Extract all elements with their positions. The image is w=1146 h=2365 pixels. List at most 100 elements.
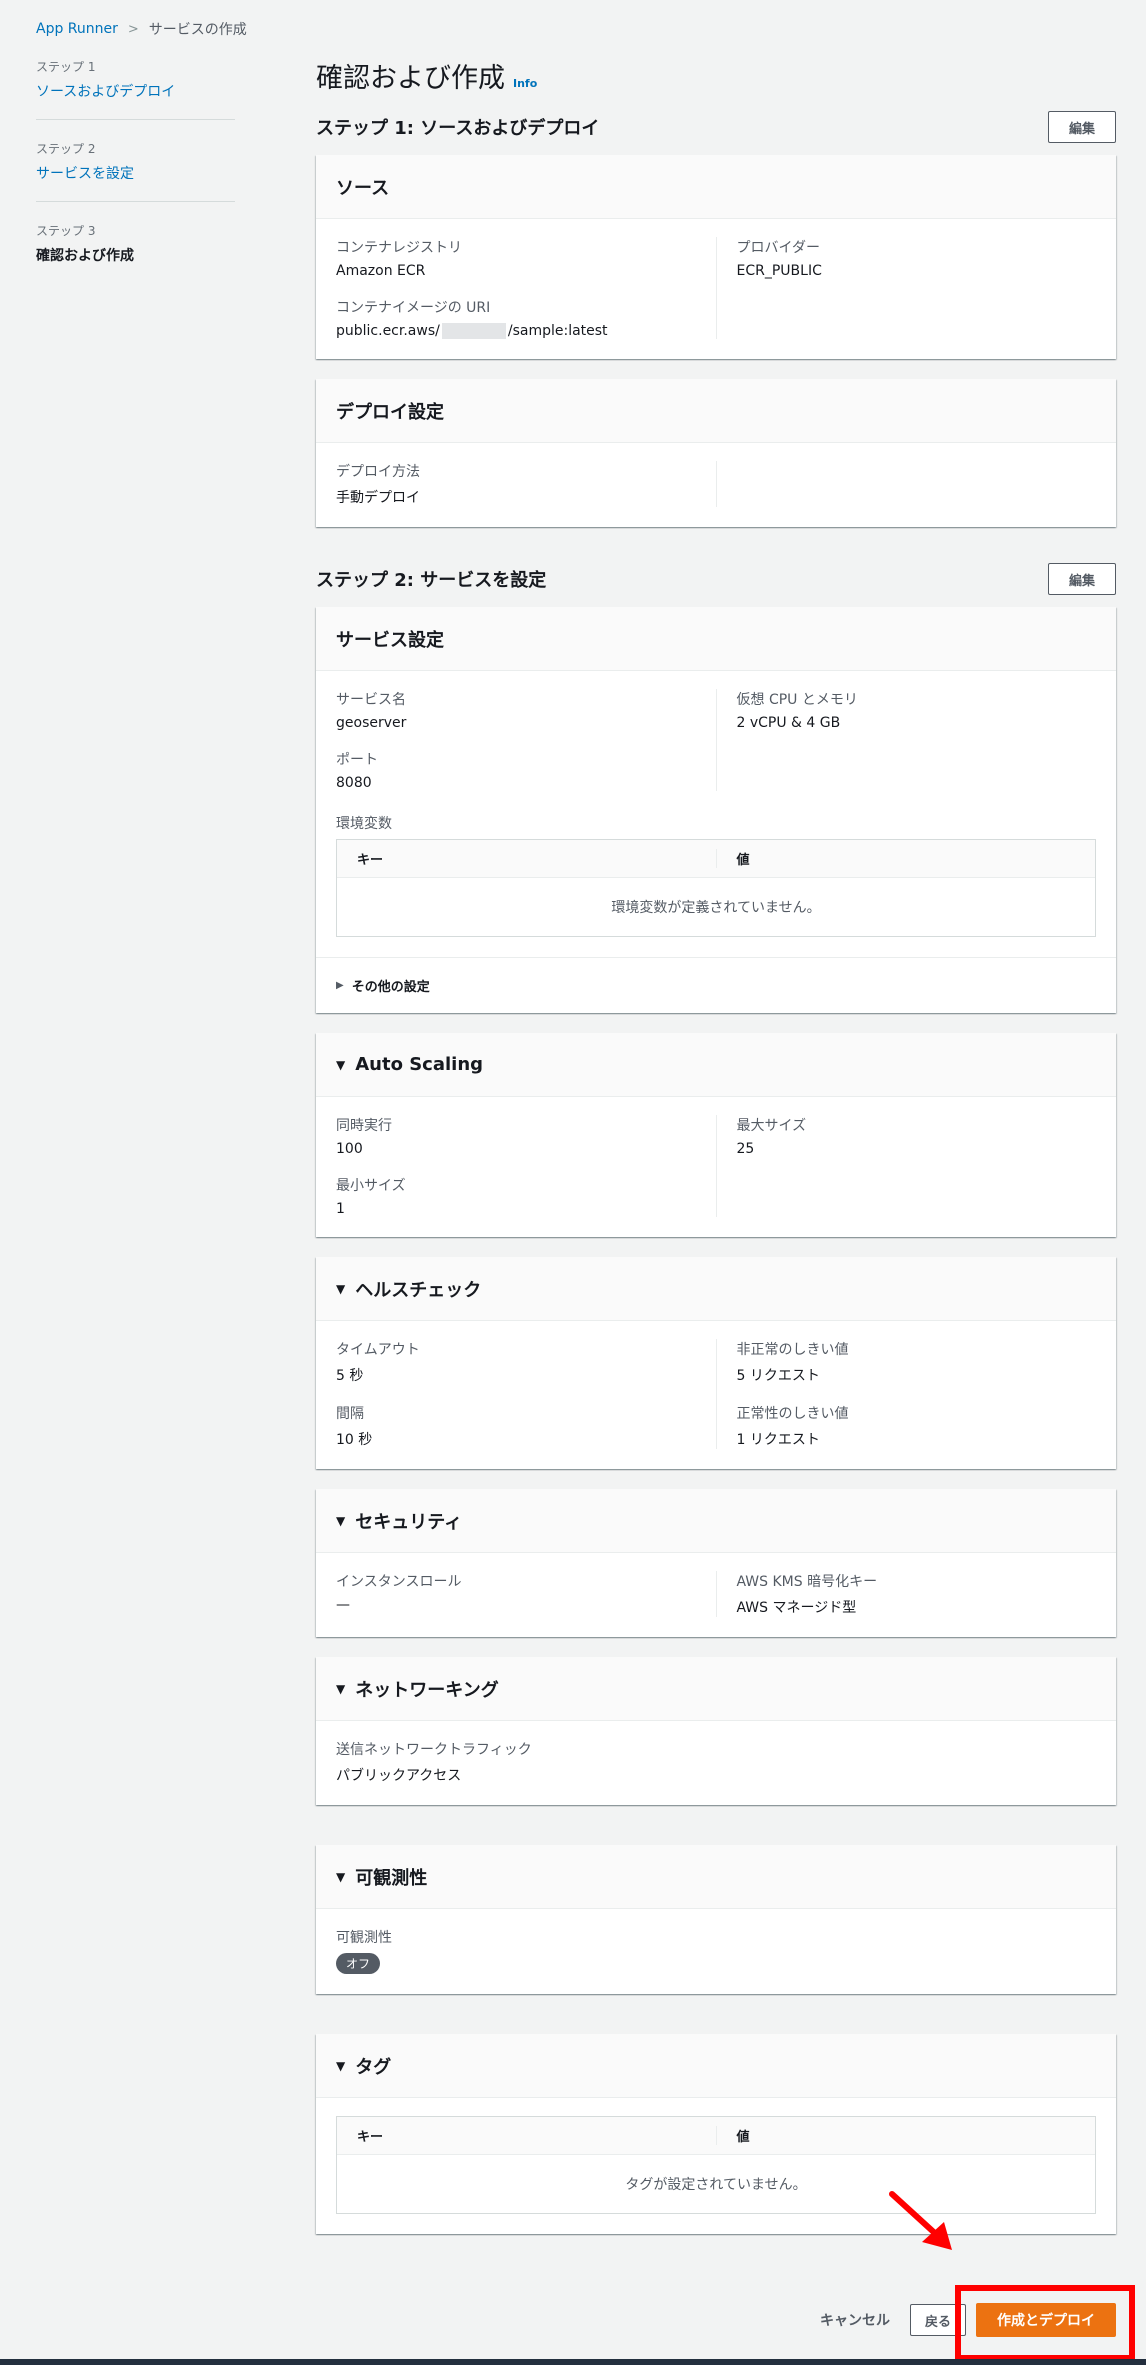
- bottom-bar: [0, 2359, 1146, 2365]
- deploy-settings-panel: デプロイ設定 デプロイ方法 手動デプロイ: [316, 379, 1116, 527]
- env-vars-label: 環境変数: [336, 816, 392, 832]
- deploy-panel-title: デプロイ設定: [316, 379, 1116, 443]
- networking-title: ネットワーキング: [355, 1679, 499, 1701]
- wizard-step-1: ステップ 1 ソースおよびデプロイ: [36, 56, 235, 120]
- tags-table: キー 値 タグが設定されていません。: [336, 2116, 1096, 2214]
- cpu-memory-key: 仮想 CPU とメモリ: [736, 692, 858, 708]
- outbound-traffic-key: 送信ネットワークトラフィック: [336, 1742, 532, 1758]
- column-header-key: キー: [357, 2130, 384, 2145]
- timeout-value: 5 秒: [336, 1368, 364, 1384]
- step-link-configure-service[interactable]: サービスを設定: [36, 163, 235, 183]
- service-settings-panel: サービス設定 サービス名 geoserver ポート 8080 仮想 CPU と…: [316, 607, 1116, 1013]
- instance-role-value: —: [336, 1597, 350, 1613]
- concurrency-value: 100: [336, 1141, 363, 1157]
- concurrency-key: 同時実行: [336, 1118, 392, 1134]
- observability-panel: ▼ 可観測性 可観測性 オフ: [316, 1845, 1116, 1994]
- main-content: 確認および作成 Info ステップ 1: ソースおよびデプロイ 編集 ソース コ…: [316, 56, 1116, 2254]
- deploy-method-key: デプロイ方法: [336, 464, 420, 480]
- step2-header: ステップ 2: サービスを設定 編集: [316, 563, 1116, 595]
- step2-edit-button[interactable]: 編集: [1047, 563, 1116, 595]
- source-panel: ソース コンテナレジストリ Amazon ECR コンテナイメージの URI p…: [316, 155, 1116, 359]
- health-check-title: ヘルスチェック: [355, 1279, 482, 1301]
- uri-value: public.ecr.aws/ /sample:latest: [336, 323, 696, 339]
- step2-title: ステップ 2: サービスを設定: [316, 570, 547, 591]
- page-title-text: 確認および作成: [316, 63, 505, 94]
- other-settings-label: その他の設定: [351, 980, 430, 995]
- max-size-value: 25: [736, 1141, 755, 1157]
- caret-down-icon: ▼: [336, 2058, 346, 2073]
- security-panel-header[interactable]: ▼ セキュリティ: [316, 1489, 1116, 1553]
- step1-header: ステップ 1: ソースおよびデプロイ 編集: [316, 111, 1116, 143]
- registry-key: コンテナレジストリ: [336, 240, 462, 256]
- tags-panel: ▼ タグ キー 値 タグが設定されていません。: [316, 2034, 1116, 2234]
- health-check-panel-header[interactable]: ▼ ヘルスチェック: [316, 1257, 1116, 1321]
- observability-panel-header[interactable]: ▼ 可観測性: [316, 1845, 1116, 1909]
- observability-title: 可観測性: [355, 1867, 428, 1889]
- timeout-key: タイムアウト: [336, 1342, 420, 1358]
- uri-suffix: /sample:latest: [507, 323, 608, 339]
- kms-key-key: AWS KMS 暗号化キー: [736, 1574, 878, 1590]
- provider-key: プロバイダー: [736, 240, 820, 256]
- security-title: セキュリティ: [355, 1511, 463, 1533]
- service-panel-title: サービス設定: [316, 607, 1116, 671]
- uri-key: コンテナイメージの URI: [336, 300, 491, 316]
- env-vars-empty-message: 環境変数が定義されていません。: [611, 900, 821, 916]
- caret-down-icon: ▼: [336, 1869, 346, 1884]
- networking-panel-header[interactable]: ▼ ネットワーキング: [316, 1657, 1116, 1721]
- caret-down-icon: ▼: [336, 1681, 346, 1696]
- interval-value: 10 秒: [336, 1432, 373, 1448]
- instance-role-key: インスタンスロール: [336, 1574, 462, 1590]
- registry-value: Amazon ECR: [336, 263, 426, 279]
- outbound-traffic-value: パブリックアクセス: [336, 1768, 462, 1784]
- networking-panel: ▼ ネットワーキング 送信ネットワークトラフィック パブリックアクセス: [316, 1657, 1116, 1805]
- observability-key: 可観測性: [336, 1930, 392, 1946]
- wizard-steps-nav: ステップ 1 ソースおよびデプロイ ステップ 2 サービスを設定 ステップ 3 …: [36, 56, 236, 301]
- caret-right-icon: ▶: [336, 980, 344, 991]
- uri-prefix: public.ecr.aws/: [336, 323, 440, 339]
- healthy-threshold-value: 1 リクエスト: [736, 1432, 820, 1448]
- deploy-method-value: 手動デプロイ: [336, 490, 420, 506]
- healthy-threshold-key: 正常性のしきい値: [736, 1406, 849, 1422]
- health-check-panel: ▼ ヘルスチェック タイムアウト 5 秒 間隔 10 秒 非正常のしきい値 5 …: [316, 1257, 1116, 1469]
- breadcrumb: App Runner > サービスの作成: [36, 19, 247, 39]
- step-current-review: 確認および作成: [36, 248, 134, 264]
- caret-down-icon: ▼: [336, 1513, 346, 1528]
- cpu-memory-value: 2 vCPU & 4 GB: [736, 715, 841, 731]
- port-key: ポート: [336, 752, 378, 768]
- min-size-value: 1: [336, 1201, 345, 1217]
- min-size-key: 最小サイズ: [336, 1178, 406, 1194]
- step-label: ステップ 2: [36, 142, 96, 156]
- other-settings-expander[interactable]: ▶ その他の設定: [316, 957, 1116, 1013]
- step-link-source-deploy[interactable]: ソースおよびデプロイ: [36, 81, 235, 101]
- breadcrumb-app-runner[interactable]: App Runner: [36, 21, 118, 37]
- cancel-button[interactable]: キャンセル: [800, 2304, 910, 2336]
- chevron-right-icon: >: [127, 21, 139, 37]
- step-label: ステップ 3: [36, 224, 96, 238]
- redacted-blur: [441, 323, 506, 339]
- autoscaling-panel-header[interactable]: ▼ Auto Scaling: [316, 1033, 1116, 1097]
- service-name-value: geoserver: [336, 715, 407, 731]
- breadcrumb-current: サービスの作成: [148, 22, 247, 38]
- caret-down-icon: ▼: [336, 1057, 346, 1072]
- wizard-step-3: ステップ 3 確認および作成: [36, 220, 235, 283]
- tags-panel-header[interactable]: ▼ タグ: [316, 2034, 1116, 2098]
- max-size-key: 最大サイズ: [736, 1118, 807, 1134]
- unhealthy-threshold-value: 5 リクエスト: [736, 1368, 820, 1384]
- step1-edit-button[interactable]: 編集: [1047, 111, 1116, 143]
- service-name-key: サービス名: [336, 692, 406, 708]
- provider-value: ECR_PUBLIC: [736, 263, 822, 279]
- status-badge: オフ: [336, 1953, 381, 1974]
- caret-down-icon: ▼: [336, 1281, 346, 1296]
- interval-key: 間隔: [336, 1406, 364, 1422]
- page-title: 確認および作成 Info: [316, 56, 1116, 95]
- highlight-box: [955, 2285, 1135, 2361]
- info-link[interactable]: Info: [513, 77, 537, 90]
- tags-empty-message: タグが設定されていません。: [625, 2177, 807, 2193]
- env-vars-table: キー 値 環境変数が定義されていません。: [336, 839, 1096, 937]
- autoscaling-title: Auto Scaling: [355, 1054, 484, 1075]
- column-header-value: 値: [715, 849, 1096, 868]
- column-header-value: 値: [715, 2126, 1096, 2145]
- security-panel: ▼ セキュリティ インスタンスロール — AWS KMS 暗号化キー AWS マ…: [316, 1489, 1116, 1637]
- wizard-step-2: ステップ 2 サービスを設定: [36, 138, 235, 202]
- port-value: 8080: [336, 775, 372, 791]
